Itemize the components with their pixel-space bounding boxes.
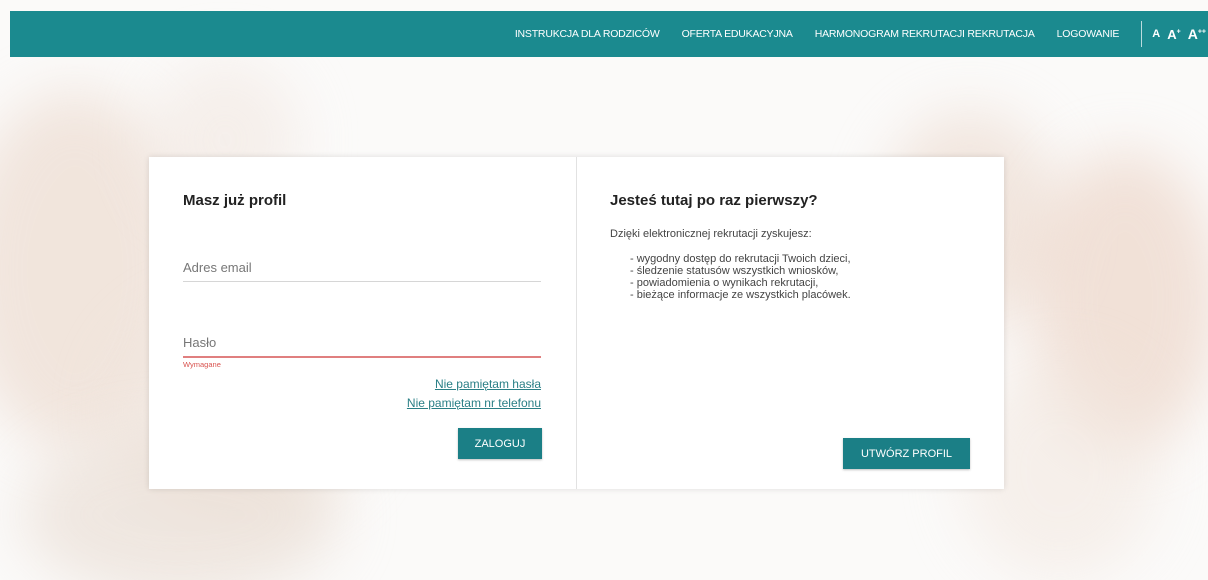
email-underline — [183, 281, 541, 282]
password-input[interactable] — [183, 335, 541, 356]
register-title: Jesteś tutaj po raz pierwszy? — [610, 192, 818, 209]
email-input[interactable] — [183, 260, 541, 281]
benefits-list: wygodny dostęp do rekrutacji Twoich dzie… — [630, 253, 851, 301]
password-field — [183, 334, 541, 358]
register-intro: Dzięki elektronicznej rekrutacji zyskuje… — [610, 228, 812, 240]
password-error-message: Wymagane — [183, 360, 221, 369]
email-field — [183, 259, 541, 282]
main-nav: INSTRUKCJA DLA RODZICÓW OFERTA EDUKACYJN… — [493, 11, 1208, 57]
list-item: bieżące informacje ze wszystkich placówe… — [630, 289, 851, 301]
forgot-phone-link[interactable]: Nie pamiętam nr telefonu — [407, 396, 541, 410]
font-size-normal[interactable]: A — [1152, 28, 1160, 40]
password-underline — [183, 356, 541, 358]
nav-item-instrukcja[interactable]: INSTRUKCJA DLA RODZICÓW — [515, 28, 660, 40]
list-item: powiadomienia o wynikach rekrutacji, — [630, 277, 851, 289]
nav-item-harmonogram[interactable]: HARMONOGRAM REKRUTACJI REKRUTACJA — [815, 28, 1035, 40]
font-size-larger[interactable]: A++ — [1188, 26, 1206, 42]
forgot-password-link[interactable]: Nie pamiętam hasła — [435, 377, 541, 391]
font-size-large[interactable]: A+ — [1167, 27, 1180, 42]
register-section: Jesteś tutaj po raz pierwszy? Dzięki ele… — [577, 157, 1004, 489]
list-item: śledzenie statusów wszystkich wniosków, — [630, 265, 851, 277]
font-size-switcher: A A+ A++ — [1141, 21, 1208, 47]
create-profile-button[interactable]: UTWÓRZ PROFIL — [843, 438, 970, 469]
nav-item-oferta[interactable]: OFERTA EDUKACYJNA — [682, 28, 793, 40]
login-button[interactable]: ZALOGUJ — [458, 428, 542, 459]
login-title: Masz już profil — [183, 192, 287, 209]
top-navigation-bar: INSTRUKCJA DLA RODZICÓW OFERTA EDUKACYJN… — [10, 11, 1208, 57]
auth-panel: Masz już profil Wymagane Nie pamiętam ha… — [149, 157, 1004, 489]
list-item: wygodny dostęp do rekrutacji Twoich dzie… — [630, 253, 851, 265]
nav-item-logowanie[interactable]: LOGOWANIE — [1057, 28, 1120, 40]
login-section: Masz już profil Wymagane Nie pamiętam ha… — [149, 157, 577, 489]
